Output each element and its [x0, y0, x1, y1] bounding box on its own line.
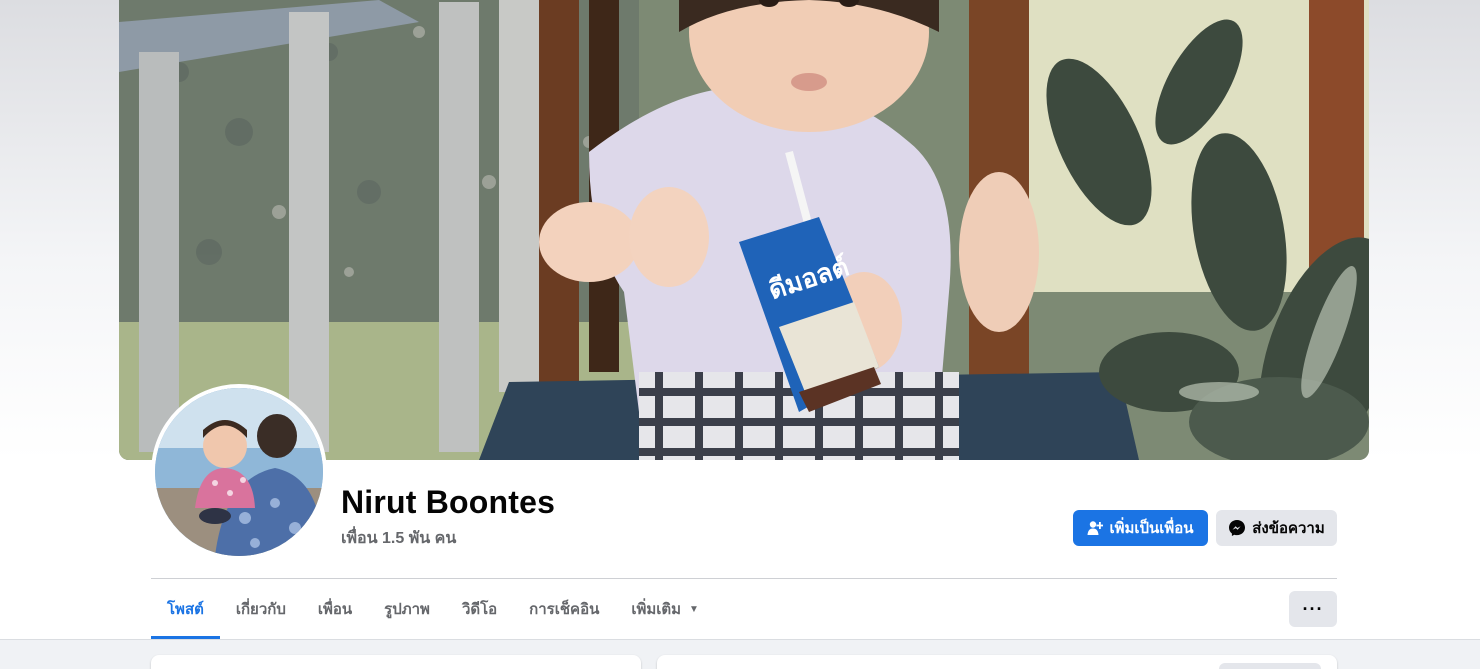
caret-down-icon: ▼ [689, 603, 699, 615]
tab-photos[interactable]: รูปภาพ [368, 579, 446, 639]
tab-label: การเช็คอิน [529, 601, 600, 618]
tab-label: เพิ่มเติม [631, 601, 682, 618]
tab-friends[interactable]: เพื่อน [302, 579, 368, 639]
tab-label: รูปภาพ [384, 601, 430, 618]
tab-label: โพสต์ [167, 601, 204, 618]
tab-videos[interactable]: วิดีโอ [446, 579, 513, 639]
tab-label: เพื่อน [317, 601, 353, 618]
more-options-button[interactable]: ··· [1289, 591, 1337, 627]
intro-card [151, 655, 641, 669]
profile-avatar[interactable] [151, 384, 327, 560]
add-friend-label: เพิ่มเป็นเพื่อน [1109, 520, 1194, 537]
message-button[interactable]: ส่งข้อความ [1216, 510, 1337, 546]
tab-about[interactable]: เกี่ยวกับ [220, 579, 302, 639]
cover-photo[interactable]: ดีมอลต์ [119, 0, 1369, 460]
profile-tabs: โพสต์ เกี่ยวกับ เพื่อน รูปภาพ วิดีโอ การ… [151, 579, 715, 639]
person-plus-icon [1087, 520, 1104, 536]
message-label: ส่งข้อความ [1252, 520, 1325, 537]
posts-card [657, 655, 1337, 669]
tab-label: วิดีโอ [461, 601, 498, 618]
messenger-icon [1228, 519, 1246, 537]
header-bottom-border [0, 639, 1480, 640]
add-friend-button[interactable]: เพิ่มเป็นเพื่อน [1073, 510, 1208, 546]
profile-name: Nirut Boontes [341, 484, 556, 520]
ellipsis-icon: ··· [1302, 598, 1324, 619]
tab-check-ins[interactable]: การเช็คอิน [513, 579, 615, 639]
tab-label: เกี่ยวกับ [235, 601, 286, 618]
filter-button[interactable] [1219, 663, 1321, 669]
tab-more[interactable]: เพิ่มเติม ▼ [615, 579, 715, 639]
tab-posts[interactable]: โพสต์ [151, 579, 220, 639]
friends-count[interactable]: เพื่อน 1.5 พัน คน [341, 526, 456, 551]
